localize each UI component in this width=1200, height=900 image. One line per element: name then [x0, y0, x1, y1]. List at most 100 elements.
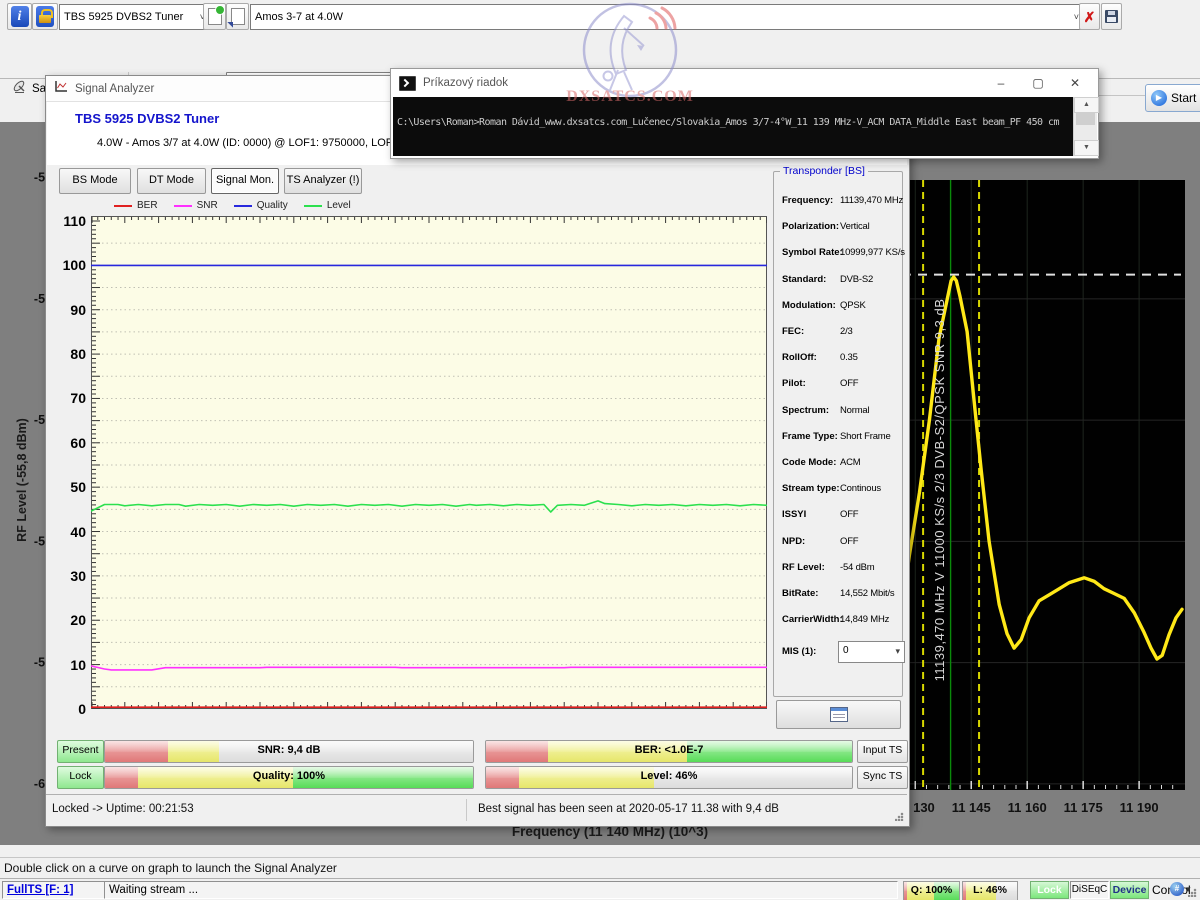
lock-uptime-status: Locked -> Uptime: 00:21:53 [52, 803, 194, 815]
start-button-label: Start [1171, 91, 1196, 105]
transponder-list-button[interactable] [776, 700, 901, 729]
snr-meter: SNR: 9,4 dB [104, 740, 474, 763]
stream-status: Waiting stream ... [109, 884, 198, 896]
mis-select[interactable]: 0 ▾ [838, 641, 905, 663]
transponder-row-value: OFF [840, 509, 858, 520]
diseqc-chip[interactable]: DiSEqC [1070, 881, 1109, 899]
fullts-cell[interactable]: FullTS [F: 1] [2, 881, 109, 899]
y-axis-label: 50 [50, 479, 86, 495]
svg-text:11139,470 MHz V 11000 KS/s 2/3: 11139,470 MHz V 11000 KS/s 2/3 DVB-S2/QP… [932, 299, 947, 682]
tuner-select[interactable]: TBS 5925 DVBS2 Tuner ˅ [59, 4, 210, 30]
import-button[interactable] [226, 3, 249, 30]
scroll-up-icon[interactable]: ▲ [1074, 97, 1099, 113]
svg-text:11 175: 11 175 [1064, 800, 1103, 815]
transponder-row-label: Symbol Rate: [782, 247, 843, 258]
maximize-button[interactable]: ▢ [1026, 73, 1050, 93]
y-axis-label: 80 [50, 346, 86, 362]
info-button[interactable]: i [7, 3, 32, 30]
mode-tab-signal-mon-[interactable]: Signal Mon. [211, 168, 279, 194]
transponder-row-label: Pilot: [782, 378, 806, 389]
satellite-select[interactable]: Amos 3-7 at 4.0W ˅ [250, 4, 1084, 30]
transponder-row-value: 14,552 Mbit/s [840, 588, 894, 599]
device-chip[interactable]: Device [1110, 881, 1149, 899]
info-icon: i [11, 6, 29, 27]
transponder-row-label: ISSYI [782, 509, 806, 520]
ber-meter: BER: <1.0E-7 [485, 740, 853, 763]
start-button[interactable]: ▶ Start [1145, 84, 1200, 112]
legend-color-dash [234, 205, 252, 207]
statusbar: FullTS [F: 1] Waiting stream ... Q: 100%… [0, 878, 1200, 900]
console-scrollbar[interactable]: ▲ ▼ [1073, 97, 1097, 156]
level-mini-meter: L: 46% [962, 881, 1018, 900]
best-signal-status: Best signal has been seen at 2020-05-17 … [478, 803, 779, 815]
legend-label: SNR [197, 200, 218, 211]
level-meter-label: Level: 46% [641, 770, 698, 782]
fullts-link[interactable]: FullTS [F: 1] [7, 884, 73, 896]
save-disk-icon [1105, 10, 1118, 23]
quality-meter-label: Quality: 100% [253, 770, 325, 782]
transponder-row-label: BitRate: [782, 588, 818, 599]
chart-legend: BERSNRQualityLevel [114, 200, 351, 211]
chevron-down-icon: ▾ [895, 642, 900, 662]
transponder-row-value: -54 dBm [840, 562, 875, 573]
mode-tab-ts-analyzer-[interactable]: TS Analyzer (!) [284, 168, 362, 194]
transponder-row-value: Vertical [840, 221, 870, 232]
new-channel-button[interactable] [203, 3, 226, 30]
mis-value: 0 [843, 642, 849, 662]
transponder-group: Transponder [BS] Frequency:11139,470 MHz… [773, 171, 903, 697]
main-toolbar: i TBS 5925 DVBS2 Tuner ˅ Amos 3-7 at 4.0… [0, 0, 1200, 33]
console-icon [399, 76, 416, 91]
level-meter: Level: 46% [485, 766, 853, 789]
y-axis-label: 30 [50, 568, 86, 584]
svg-text:11 160: 11 160 [1008, 800, 1047, 815]
svg-text:RF Level (-55,8 dBm): RF Level (-55,8 dBm) [15, 418, 29, 542]
legend-item-ber: BER [114, 200, 158, 211]
lock-indicator: Lock [57, 766, 104, 789]
lock-chip: Lock [1030, 881, 1069, 899]
y-axis-label: 70 [50, 390, 86, 406]
transponder-row-value: OFF [840, 536, 858, 547]
y-axis-label: 0 [50, 701, 86, 717]
control-icon[interactable]: # [1170, 882, 1184, 896]
console-output[interactable]: C:\Users\Roman>Roman Dávid_www.dxsatcs.c… [393, 97, 1073, 156]
transponder-row-label: Modulation: [782, 300, 836, 311]
report-window-icon [830, 707, 848, 722]
transponder-row-value: 0.35 [840, 352, 858, 363]
minimize-button[interactable]: – [989, 73, 1013, 93]
legend-color-dash [174, 205, 192, 207]
statusbar-grip[interactable] [1188, 888, 1197, 897]
y-axis-label: 60 [50, 435, 86, 451]
y-axis-label: 40 [50, 524, 86, 540]
mode-tab-dt-mode[interactable]: DT Mode [137, 168, 206, 194]
mode-tab-bs-mode[interactable]: BS Mode [59, 168, 131, 194]
y-axis-label: 100 [50, 257, 86, 273]
transponder-row-label: Standard: [782, 274, 826, 285]
input-ts-button[interactable]: Input TS [857, 740, 908, 763]
level-mini-label: L: 46% [973, 884, 1007, 896]
quality-mini-label: Q: 100% [911, 884, 952, 896]
save-button[interactable] [1101, 3, 1122, 30]
tuner-name: TBS 5925 DVBS2 Tuner [75, 111, 219, 126]
transponder-row-label: Polarization: [782, 221, 839, 232]
console-line: C:\Users\Roman>Roman Dávid_www.dxsatcs.c… [397, 117, 1071, 128]
transponder-row-label: Frequency: [782, 195, 833, 206]
close-button[interactable]: ✕ [1063, 73, 1087, 93]
status-divider [466, 799, 467, 821]
mis-label: MIS (1): [782, 646, 816, 657]
scroll-thumb[interactable] [1076, 112, 1095, 125]
command-prompt-window: Príkazový riadok – ▢ ✕ C:\Users\Roman>Ro… [390, 68, 1099, 159]
legend-item-snr: SNR [174, 200, 218, 211]
transponder-row-label: CarrierWidth: [782, 614, 843, 625]
delete-button[interactable]: ✗ [1079, 3, 1100, 30]
transponder-row-label: Spectrum: [782, 405, 829, 416]
resize-grip[interactable] [895, 812, 904, 821]
lock-button[interactable] [32, 3, 58, 30]
y-axis-label: 20 [50, 612, 86, 628]
transponder-row-label: RF Level: [782, 562, 825, 573]
snr-meter-label: SNR: 9,4 dB [258, 744, 321, 756]
transponder-row-label: RollOff: [782, 352, 817, 363]
signal-monitor-plot[interactable] [91, 216, 767, 709]
sync-ts-button[interactable]: Sync TS [857, 766, 908, 789]
scroll-down-icon[interactable]: ▼ [1074, 140, 1099, 156]
transponder-row-value: QPSK [840, 300, 866, 311]
